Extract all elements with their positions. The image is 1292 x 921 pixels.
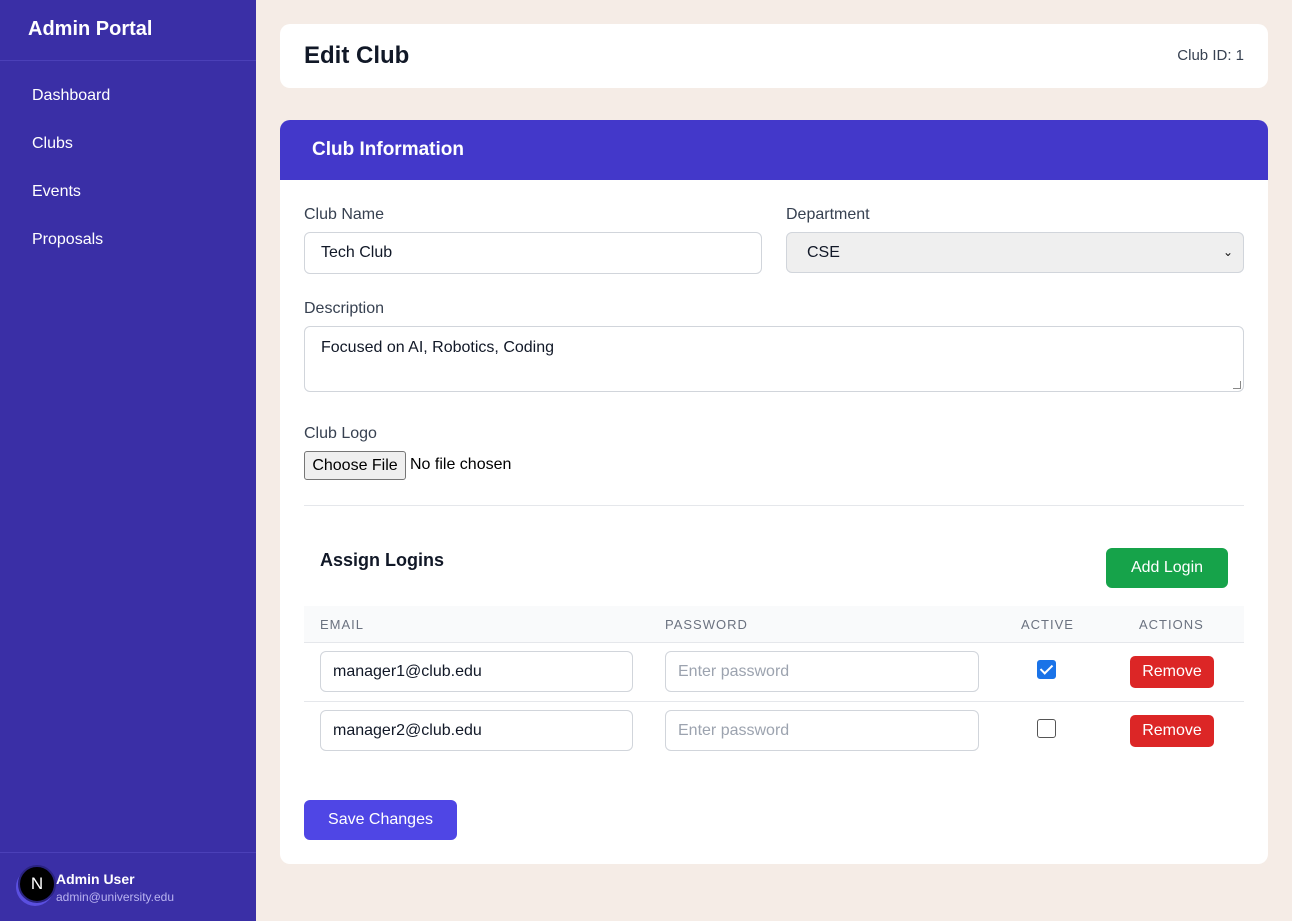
save-changes-button[interactable]: Save Changes xyxy=(304,800,457,840)
section-header: Club Information xyxy=(280,120,1268,180)
active-checkbox[interactable] xyxy=(1037,660,1056,679)
user-name: Admin User xyxy=(56,871,135,887)
sidebar-item-clubs[interactable]: Clubs xyxy=(0,120,256,168)
club-id: Club ID: 1 xyxy=(1177,47,1244,64)
page-title: Edit Club xyxy=(304,42,410,69)
club-name-input[interactable]: Tech Club xyxy=(304,232,762,274)
active-checkbox[interactable] xyxy=(1037,719,1056,738)
column-password: PASSWORD xyxy=(665,617,748,632)
description-textarea[interactable]: Focused on AI, Robotics, Coding xyxy=(304,326,1244,392)
department-label: Department xyxy=(786,206,870,223)
department-value: CSE xyxy=(807,244,840,261)
add-login-button[interactable]: Add Login xyxy=(1106,548,1228,588)
remove-button[interactable]: Remove xyxy=(1130,715,1214,747)
email-input[interactable]: manager2@club.edu xyxy=(320,710,633,751)
sidebar-item-dashboard[interactable]: Dashboard xyxy=(0,72,256,120)
club-form-card: Club Information Club Name Tech Club Dep… xyxy=(280,120,1268,864)
sidebar-nav: Dashboard Clubs Events Proposals xyxy=(0,61,256,264)
table-row: manager1@club.edu Enter password Remove xyxy=(304,643,1244,702)
password-input[interactable]: Enter password xyxy=(665,651,979,692)
column-email: EMAIL xyxy=(320,617,365,632)
description-value: Focused on AI, Robotics, Coding xyxy=(321,339,555,356)
column-active: ACTIVE xyxy=(1021,617,1074,632)
divider xyxy=(304,505,1244,506)
logins-table: EMAIL PASSWORD ACTIVE ACTIONS manager1@c… xyxy=(304,606,1244,759)
avatar[interactable]: N xyxy=(18,865,56,903)
club-logo-label: Club Logo xyxy=(304,425,377,442)
table-header: EMAIL PASSWORD ACTIVE ACTIONS xyxy=(304,606,1244,643)
description-label: Description xyxy=(304,300,385,317)
brand-title: Admin Portal xyxy=(0,0,256,61)
file-status: No file chosen xyxy=(410,456,512,473)
table-row: manager2@club.edu Enter password Remove xyxy=(304,702,1244,761)
email-input[interactable]: manager1@club.edu xyxy=(320,651,633,692)
assign-logins-title: Assign Logins xyxy=(320,550,445,570)
chevron-down-icon: ⌄ xyxy=(1222,245,1233,259)
user-email: admin@university.edu xyxy=(56,890,175,904)
club-name-label: Club Name xyxy=(304,206,385,223)
column-actions: ACTIONS xyxy=(1139,617,1204,632)
sidebar: Admin Portal Dashboard Clubs Events Prop… xyxy=(0,0,256,921)
resize-handle-icon[interactable] xyxy=(1233,381,1241,389)
sidebar-item-proposals[interactable]: Proposals xyxy=(0,216,256,264)
remove-button[interactable]: Remove xyxy=(1130,656,1214,688)
password-input[interactable]: Enter password xyxy=(665,710,979,751)
sidebar-item-events[interactable]: Events xyxy=(0,168,256,216)
department-select[interactable]: CSE ⌄ xyxy=(786,232,1244,273)
choose-file-button[interactable]: Choose File xyxy=(304,451,406,480)
user-box: N Admin User admin@university.edu xyxy=(0,852,256,921)
page-header: Edit Club Club ID: 1 xyxy=(280,24,1268,88)
